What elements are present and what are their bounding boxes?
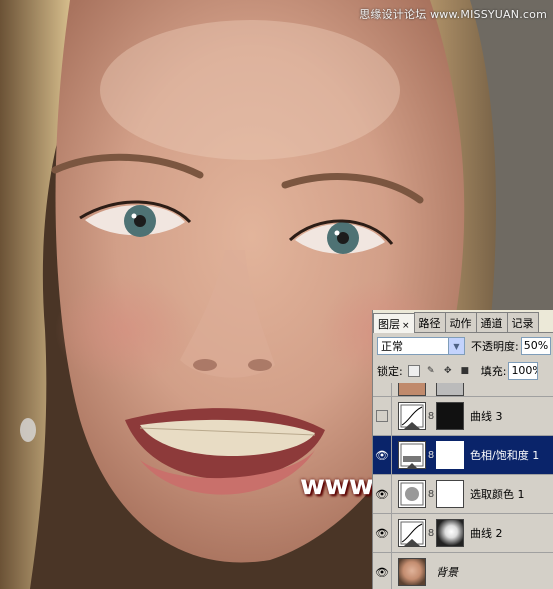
lock-all-icon[interactable]: ■ [459,365,471,377]
layer-mask-thumbnail [436,383,464,396]
visibility-slot[interactable] [373,383,392,396]
layer-name: 曲线 3 [470,410,503,423]
layer-thumbnail [398,383,426,396]
layer-mask-thumbnail [436,402,464,430]
layer-selective-color-1[interactable]: 👁 8 选取颜色 1 [373,475,553,514]
lock-label: 锁定: [377,365,403,378]
layer-name: 背景 [436,566,458,579]
visibility-toggle[interactable]: 👁 [373,553,392,589]
layer-partial[interactable] [373,383,553,397]
link-icon: 8 [427,527,435,539]
tab-paths[interactable]: 路径 [413,312,446,332]
panel-tabs: 图层 × 路径 动作 通道 记录 [373,310,553,333]
tab-label: 路径 [418,317,441,330]
fill-input[interactable]: 100% [508,362,539,380]
background-thumbnail [398,558,426,586]
blend-mode-value: 正常 [381,340,403,353]
blend-row: 正常 ▼ 不透明度: 50% [373,333,553,359]
layer-name: 选取颜色 1 [470,488,525,501]
lock-transparent-icon[interactable] [407,365,420,377]
layer-name: 色相/饱和度 1 [470,449,540,462]
lock-move-icon[interactable]: ✥ [442,365,454,377]
link-icon: 8 [427,410,435,422]
blend-mode-select[interactable]: 正常 ▼ [377,337,465,355]
visibility-toggle[interactable]: 👁 [373,436,392,474]
tab-label: 图层 [378,318,400,331]
layer-list: 8 曲线 3 👁 8 色相/饱和度 1 👁 8 选取颜色 1 👁 8 曲线 2 … [373,383,553,589]
visibility-toggle[interactable] [373,397,392,435]
site-watermark: 思缘设计论坛 www.MISSYUAN.com [359,8,547,21]
link-icon: 8 [427,449,435,461]
tab-label: 动作 [449,317,472,330]
tab-label: 记录 [511,317,534,330]
tab-actions[interactable]: 动作 [444,312,477,332]
curves-adjustment-icon [398,402,426,430]
visibility-toggle[interactable]: 👁 [373,475,392,513]
eye-icon[interactable]: 👁 [375,566,389,579]
layer-mask-thumbnail [436,519,464,547]
fill-label: 填充: [480,365,507,378]
hue-saturation-adjustment-icon [398,441,426,469]
lock-brush-icon[interactable]: ✎ [425,365,437,377]
curves-adjustment-icon [398,519,426,547]
layer-curves-3[interactable]: 8 曲线 3 [373,397,553,436]
link-icon: 8 [427,488,435,500]
visibility-off-icon[interactable] [376,410,388,422]
opacity-label: 不透明度: [471,340,519,353]
layer-background[interactable]: 👁 背景 [373,553,553,589]
close-icon[interactable]: × [402,321,410,331]
eye-icon[interactable]: 👁 [375,527,389,540]
lock-row: 锁定: ✎ ✥ ■ 填充: 100% [373,359,553,384]
layer-mask-thumbnail [436,441,464,469]
visibility-toggle[interactable]: 👁 [373,514,392,552]
chevron-down-icon[interactable]: ▼ [448,338,464,354]
tab-channels[interactable]: 通道 [475,312,508,332]
layer-mask-thumbnail [436,480,464,508]
tab-history[interactable]: 记录 [506,312,539,332]
tab-label: 通道 [480,317,503,330]
selective-color-adjustment-icon [398,480,426,508]
opacity-input[interactable]: 50% [520,337,551,355]
layers-panel: 图层 × 路径 动作 通道 记录 正常 ▼ 不透明度: 50% 锁定: ✎ ✥ ■… [372,310,553,589]
tab-layers[interactable]: 图层 × [373,313,415,333]
layer-curves-2[interactable]: 👁 8 曲线 2 [373,514,553,553]
eye-icon[interactable]: 👁 [375,488,389,501]
layer-hue-saturation-1[interactable]: 👁 8 色相/饱和度 1 [373,436,553,475]
layer-name: 曲线 2 [470,527,503,540]
eye-icon[interactable]: 👁 [375,449,389,462]
